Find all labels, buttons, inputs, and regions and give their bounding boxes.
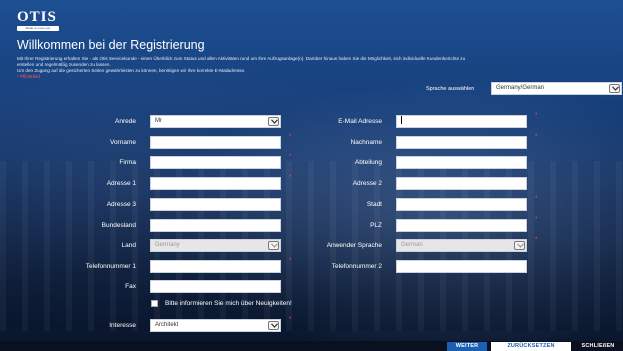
close-button[interactable]: SCHLIEßEN (575, 342, 621, 351)
land-label: Land (121, 242, 136, 249)
required-mark: * (289, 134, 292, 140)
telefon1-label: Telefonnummer 1 (85, 263, 136, 270)
nachname-label: Nachname (350, 139, 382, 146)
language-select-value: Germany/German (496, 85, 545, 91)
anrede-select[interactable]: Mr (150, 115, 281, 128)
page-title: Willkommen bei der Registrierung (17, 38, 205, 52)
adresse2-label: Adresse 2 (352, 180, 382, 187)
abteilung-label: Abteilung (354, 159, 382, 166)
chevron-down-icon (514, 241, 525, 250)
bundesland-input[interactable] (150, 219, 281, 232)
fax-label: Fax (125, 283, 136, 290)
adresse2-input[interactable] (396, 177, 527, 190)
anwender-sprache-label: Anwender Sprache (326, 242, 382, 249)
interesse-label: Interesse (109, 322, 136, 329)
telefon2-input[interactable] (396, 260, 527, 273)
land-select-value: Germany (155, 242, 180, 248)
email-input[interactable] (396, 115, 527, 128)
required-mark: * (535, 113, 538, 119)
intro-line: Um den Zugang auf die gesicherten Seiten… (17, 68, 246, 73)
plz-input[interactable] (396, 219, 527, 232)
bundesland-label: Bundesland (101, 222, 136, 229)
text-cursor (401, 116, 402, 125)
adresse1-input[interactable] (150, 177, 281, 190)
required-mark: * (535, 196, 538, 202)
abteilung-input[interactable] (396, 156, 527, 169)
firma-label: Firma (119, 159, 136, 166)
anwender-sprache-value: German (401, 242, 423, 248)
required-mark: * (535, 237, 538, 243)
stadt-input[interactable] (396, 198, 527, 211)
language-label: Sprache auswählen (426, 86, 475, 92)
chevron-down-icon (268, 321, 279, 330)
telefon1-input[interactable] (150, 260, 281, 273)
required-mark: * (535, 134, 538, 140)
registration-page: OTIS Made to move you Willkommen bei der… (0, 0, 623, 351)
weiter-button[interactable]: WEITER (447, 342, 487, 351)
required-mark: * (289, 154, 292, 160)
required-note: * Pflichtfeld (17, 74, 40, 79)
reset-button[interactable]: ZURÜCKSETZEN (491, 342, 571, 351)
adresse3-input[interactable] (150, 198, 281, 211)
nachname-input[interactable] (396, 136, 527, 149)
stadt-label: Stadt (366, 201, 382, 208)
land-select: Germany (150, 239, 281, 252)
chevron-down-icon (609, 84, 620, 93)
anrede-select-value: Mr (155, 118, 162, 124)
required-mark: * (535, 217, 538, 223)
interesse-select[interactable]: Architekt (150, 319, 281, 332)
anwender-sprache-select: German (396, 239, 527, 252)
required-mark: * (289, 258, 292, 264)
firma-input[interactable] (150, 156, 281, 169)
adresse1-label: Adresse 1 (106, 180, 136, 187)
email-label: E-Mail Adresse (338, 118, 382, 125)
intro-text: Mit Ihrer Registrierung erhalten Sie - a… (17, 56, 617, 74)
logo-text: OTIS (17, 9, 57, 25)
anrede-label: Anrede (115, 118, 136, 125)
adresse3-label: Adresse 3 (106, 201, 136, 208)
logo-tagline: Made to move you (17, 26, 59, 31)
required-mark: * (289, 317, 292, 323)
fax-input[interactable] (150, 280, 281, 293)
vorname-label: Vorname (109, 139, 136, 146)
plz-label: PLZ (370, 222, 382, 229)
chevron-down-icon (268, 241, 279, 250)
interesse-select-value: Architekt (155, 322, 179, 328)
newsletter-label: Bitte informieren Sie mich über Neuigkei… (165, 300, 292, 307)
vorname-input[interactable] (150, 136, 281, 149)
telefon2-label: Telefonnummer 2 (331, 263, 382, 270)
chevron-down-icon (268, 117, 279, 126)
newsletter-checkbox[interactable] (151, 300, 158, 307)
required-mark: * (289, 175, 292, 181)
language-select[interactable]: Germany/German (491, 82, 622, 95)
otis-logo: OTIS Made to move you (17, 10, 59, 31)
